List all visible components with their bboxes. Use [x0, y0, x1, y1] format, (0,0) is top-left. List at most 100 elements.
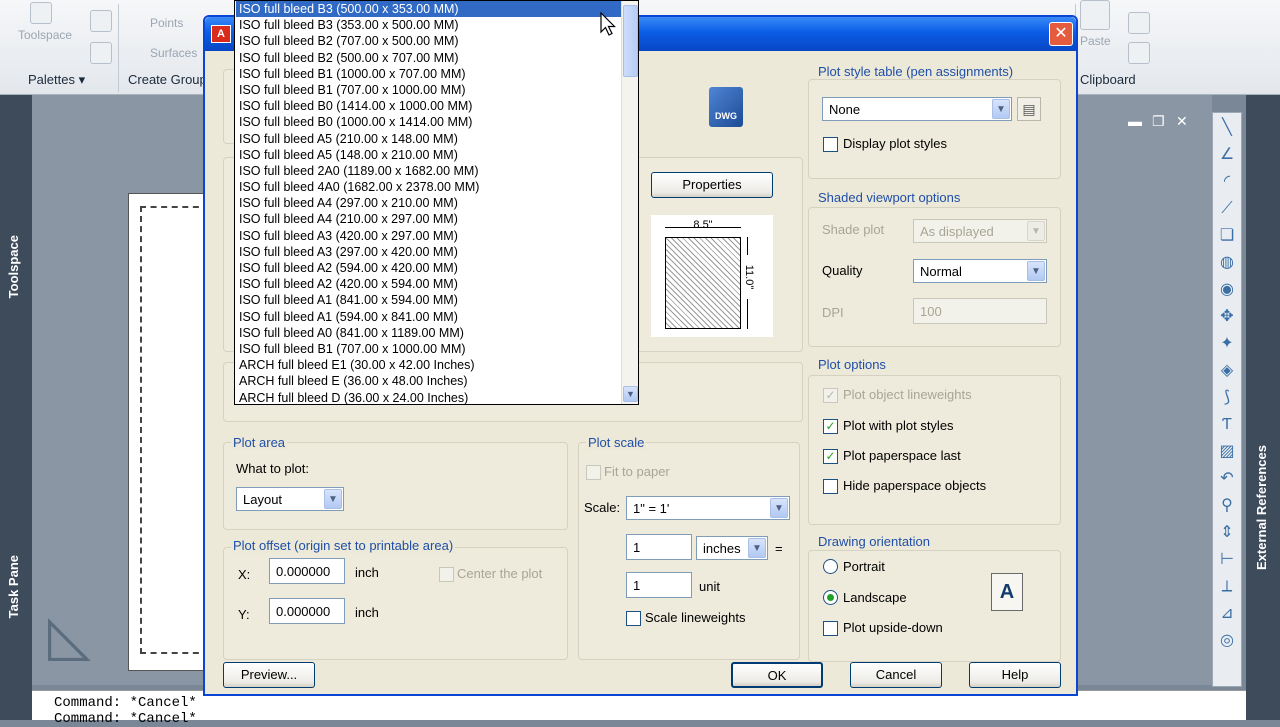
shade-plot-select[interactable]: As displayed ▼ [913, 219, 1047, 243]
paper-size-option[interactable]: ISO full bleed A0 (841.00 x 1189.00 MM) [236, 325, 621, 341]
paper-size-option[interactable]: ISO full bleed A5 (210.00 x 148.00 MM) [236, 131, 621, 147]
paper-size-option[interactable]: ISO full bleed 4A0 (1682.00 x 2378.00 MM… [236, 179, 621, 195]
paper-size-option[interactable]: ISO full bleed A1 (594.00 x 841.00 MM) [236, 309, 621, 325]
zoom-tool-icon[interactable]: ⚲ [1216, 495, 1238, 517]
dpi-input[interactable]: 100 [913, 298, 1047, 324]
chevron-down-icon[interactable]: ▼ [1027, 221, 1045, 241]
line-tool-icon[interactable]: ╲ [1216, 117, 1238, 139]
hide-paperspace-objects-checkbox[interactable] [823, 479, 838, 494]
circle-tool-icon[interactable]: ◉ [1216, 279, 1238, 301]
scale-numerator-input[interactable]: 1 [626, 534, 692, 560]
chevron-down-icon[interactable]: ▼ [770, 498, 788, 518]
chevron-down-icon[interactable]: ▼ [992, 99, 1010, 119]
palette-icon[interactable] [90, 10, 112, 32]
paste-label[interactable]: Paste [1080, 34, 1111, 48]
portrait-radio[interactable] [823, 559, 838, 574]
properties-button[interactable]: Properties [651, 172, 773, 198]
help-button[interactable]: Help [969, 662, 1061, 688]
paper-size-option[interactable]: ISO full bleed B1 (707.00 x 1000.00 MM) [236, 341, 621, 357]
dimension-tool-icon[interactable]: ⊢ [1216, 549, 1238, 571]
create-group-panel-title[interactable]: Create Group [128, 72, 207, 87]
paper-size-dropdown-list[interactable]: ISO full bleed B3 (500.00 x 353.00 MM) IS… [234, 0, 639, 405]
toolspace-tab[interactable]: Toolspace [6, 235, 21, 298]
points-label[interactable]: Points [150, 16, 183, 30]
surfaces-label[interactable]: Surfaces [150, 46, 197, 60]
paper-size-option[interactable]: ARCH full bleed E (36.00 x 48.00 Inches) [236, 373, 621, 389]
paper-size-option[interactable]: ISO full bleed B1 (707.00 x 1000.00 MM) [236, 82, 621, 98]
scale-unit-select[interactable]: inches ▼ [696, 536, 768, 560]
external-references-tab[interactable]: External References [1254, 445, 1269, 570]
ruler-tool-icon[interactable]: ⊿ [1216, 603, 1238, 625]
palettes-panel-title[interactable]: Palettes ▾ [28, 72, 85, 88]
plot-style-table-select[interactable]: None ▼ [822, 97, 1012, 121]
ray-tool-icon[interactable]: ⟋ [1216, 198, 1238, 220]
paper-size-option[interactable]: ISO full bleed A3 (297.00 x 420.00 MM) [236, 244, 621, 260]
palette-icon-2[interactable] [90, 42, 112, 64]
task-pane-tab[interactable]: Task Pane [6, 555, 21, 618]
paper-size-option[interactable]: ISO full bleed B0 (1414.00 x 1000.00 MM) [236, 98, 621, 114]
pan-tool-icon[interactable]: ⇕ [1216, 522, 1238, 544]
plot-upside-down-checkbox[interactable] [823, 621, 838, 636]
paper-size-option[interactable]: ISO full bleed B0 (1000.00 x 1414.00 MM) [236, 114, 621, 130]
paper-size-option[interactable]: ISO full bleed A2 (420.00 x 594.00 MM) [236, 276, 621, 292]
clipboard-panel-title[interactable]: Clipboard [1080, 72, 1136, 87]
paper-size-option[interactable]: ISO full bleed B1 (1000.00 x 707.00 MM) [236, 66, 621, 82]
cancel-button[interactable]: Cancel [850, 662, 942, 688]
dialog-close-button[interactable]: ✕ [1049, 22, 1073, 46]
plot-object-lineweights-checkbox[interactable]: ✓ [823, 388, 838, 403]
chevron-down-icon[interactable]: ▼ [1027, 261, 1045, 281]
restore-icon[interactable]: ❐ [1152, 113, 1165, 130]
close-drawing-icon[interactable]: ✕ [1176, 113, 1188, 130]
x-offset-input[interactable]: 0.000000 [269, 558, 345, 584]
paste-icon[interactable] [1080, 0, 1110, 30]
preview-button[interactable]: Preview... [223, 662, 315, 688]
copy-tool-icon[interactable]: ❏ [1216, 225, 1238, 247]
text-tool-icon[interactable]: Ƭ [1216, 414, 1238, 436]
plot-with-plot-styles-checkbox[interactable]: ✓ [823, 419, 838, 434]
move-tool-icon[interactable]: ✥ [1216, 306, 1238, 328]
polyline-tool-icon[interactable]: ∠ [1216, 144, 1238, 166]
paper-size-option[interactable]: ARCH full bleed E1 (30.00 x 42.00 Inches… [236, 357, 621, 373]
scrollbar-thumb[interactable] [623, 5, 638, 77]
measure-tool-icon[interactable]: ⟂ [1216, 576, 1238, 598]
paper-size-option[interactable]: ISO full bleed 2A0 (1189.00 x 1682.00 MM… [236, 163, 621, 179]
what-to-plot-select[interactable]: Layout ▼ [236, 487, 344, 511]
y-offset-input[interactable]: 0.000000 [269, 598, 345, 624]
fit-to-paper-checkbox[interactable] [586, 465, 601, 480]
paper-size-option[interactable]: ISO full bleed A5 (148.00 x 210.00 MM) [236, 147, 621, 163]
scale-denominator-input[interactable]: 1 [626, 572, 692, 598]
paper-size-option[interactable]: ISO full bleed A4 (297.00 x 210.00 MM) [236, 195, 621, 211]
display-plot-styles-checkbox[interactable] [823, 137, 838, 152]
scale-select[interactable]: 1" = 1' ▼ [626, 496, 790, 520]
scale-lineweights-checkbox[interactable] [626, 611, 641, 626]
globe-tool-icon[interactable]: ◍ [1216, 252, 1238, 274]
chevron-down-icon[interactable]: ▼ [324, 489, 342, 509]
chevron-down-icon[interactable]: ▼ [748, 538, 766, 558]
scale-tool-icon[interactable]: ◈ [1216, 360, 1238, 382]
landscape-radio[interactable] [823, 590, 838, 605]
paper-size-option[interactable]: ISO full bleed B2 (707.00 x 500.00 MM) [236, 33, 621, 49]
minimize-icon[interactable]: ▬ [1128, 113, 1142, 129]
arc-tool-icon[interactable]: ◜ [1216, 171, 1238, 193]
toolspace-ribbon-label[interactable]: Toolspace [18, 28, 72, 42]
center-the-plot-checkbox[interactable] [439, 567, 454, 582]
edit-plot-style-icon[interactable]: ▤ [1017, 97, 1041, 121]
paper-size-option[interactable]: ISO full bleed A3 (420.00 x 297.00 MM) [236, 228, 621, 244]
copy-icon[interactable] [1128, 12, 1150, 34]
paper-size-option[interactable]: ARCH full bleed D (36.00 x 24.00 Inches) [236, 390, 621, 405]
paper-size-option[interactable]: ISO full bleed A4 (210.00 x 297.00 MM) [236, 211, 621, 227]
dropdown-scrollbar[interactable]: ▼ [621, 1, 638, 404]
undo-tool-icon[interactable]: ↶ [1216, 468, 1238, 490]
paper-size-option[interactable]: ISO full bleed A1 (841.00 x 594.00 MM) [236, 292, 621, 308]
navigate-tool-icon[interactable]: ◎ [1216, 630, 1238, 652]
quality-select[interactable]: Normal ▼ [913, 259, 1047, 283]
plot-paperspace-last-checkbox[interactable]: ✓ [823, 449, 838, 464]
paper-size-option[interactable]: ISO full bleed A2 (594.00 x 420.00 MM) [236, 260, 621, 276]
toolspace-icon[interactable] [30, 2, 52, 24]
paper-size-option[interactable]: ISO full bleed B2 (500.00 x 707.00 MM) [236, 50, 621, 66]
scroll-down-arrow-icon[interactable]: ▼ [623, 386, 638, 402]
rotate-tool-icon[interactable]: ✦ [1216, 333, 1238, 355]
hatch-tool-icon[interactable]: ▨ [1216, 441, 1238, 463]
mirror-tool-icon[interactable]: ⟆ [1216, 387, 1238, 409]
paper-size-option[interactable]: ISO full bleed B3 (353.00 x 500.00 MM) [236, 17, 621, 33]
